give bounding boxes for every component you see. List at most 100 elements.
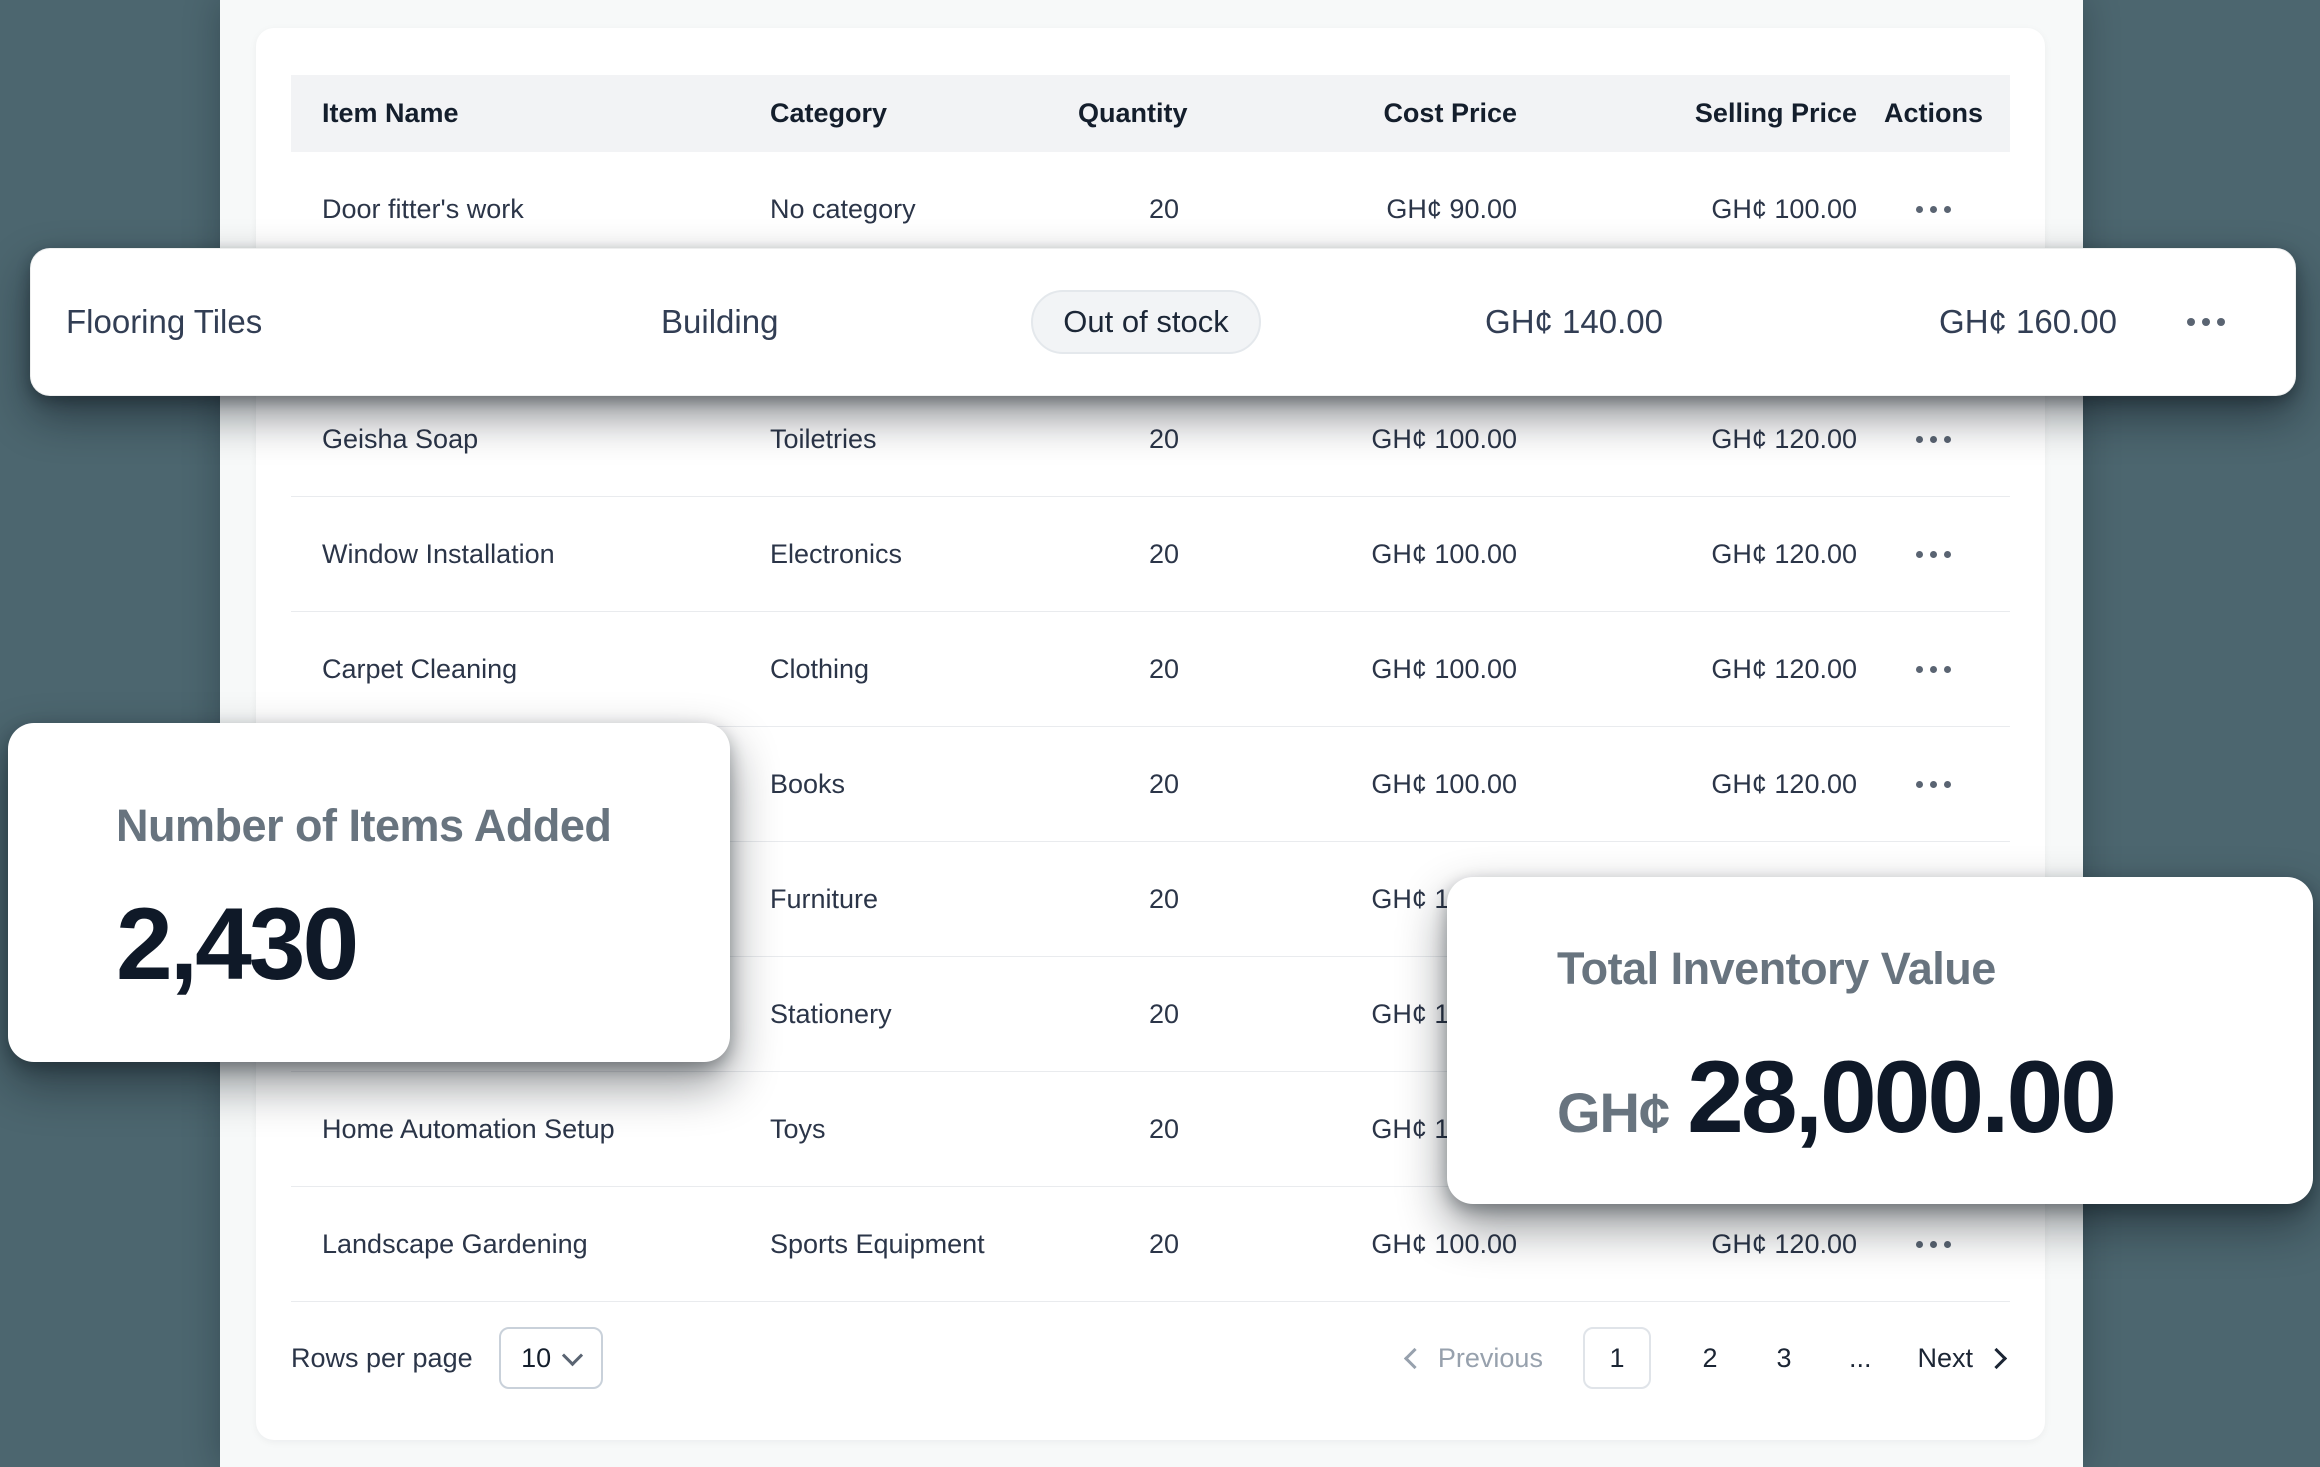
cell-selling-price: GH¢ 120.00 (1517, 1229, 1857, 1260)
next-label: Next (1917, 1343, 1973, 1374)
page-number-list: 1 2 3... (1583, 1327, 1878, 1389)
row-actions-button[interactable] (1908, 198, 1959, 221)
cell-actions (1857, 543, 2010, 566)
chevron-left-icon (1404, 1347, 1425, 1368)
chevron-down-icon (562, 1345, 583, 1366)
page-button-current[interactable]: 1 (1583, 1327, 1651, 1389)
next-button[interactable]: Next (1911, 1342, 2010, 1375)
cell-cost-price: GH¢ 100.00 (1179, 1229, 1517, 1260)
chevron-right-icon (1986, 1347, 2007, 1368)
cell-selling-price: GH¢ 100.00 (1517, 194, 1857, 225)
cell-item-name: Window Installation (291, 539, 770, 570)
previous-label: Previous (1438, 1343, 1543, 1374)
stock-status-badge: Out of stock (1031, 290, 1260, 354)
page-controls: Previous 1 2 3... Next (1401, 1327, 2010, 1389)
cell-selling-price: GH¢ 120.00 (1517, 769, 1857, 800)
column-header-selling-price: Selling Price (1517, 98, 1857, 129)
ellipsis-icon (1916, 551, 1923, 558)
cell-quantity: Out of stock (991, 290, 1301, 354)
page-ellipsis: ... (1843, 1342, 1878, 1375)
cell-category: Electronics (770, 539, 1078, 570)
table-row: Geisha SoapToiletries20GH¢ 100.00GH¢ 120… (291, 382, 2010, 497)
items-added-title: Number of Items Added (116, 800, 730, 852)
cell-actions (1857, 1233, 2010, 1256)
cell-category: Building (661, 303, 991, 341)
cell-selling-price: GH¢ 120.00 (1517, 539, 1857, 570)
page-button[interactable]: 2 (1695, 1342, 1725, 1375)
cell-quantity: 20 (1078, 539, 1179, 570)
cell-cost-price: GH¢ 100.00 (1179, 539, 1517, 570)
inventory-value-amount: 28,000.00 (1687, 1039, 2114, 1156)
cell-quantity: 20 (1078, 424, 1179, 455)
ellipsis-icon (1916, 666, 1923, 673)
table-header-row: Item NameCategoryQuantityCost PriceSelli… (291, 75, 2010, 152)
cell-quantity: 20 (1078, 1229, 1179, 1260)
cell-item-name: Home Automation Setup (291, 1114, 770, 1145)
row-actions-button[interactable] (1908, 1233, 1959, 1256)
inventory-value-currency: GH¢ (1557, 1080, 1669, 1145)
cell-cost-price: GH¢ 100.00 (1179, 769, 1517, 800)
cell-cost-price: GH¢ 100.00 (1179, 424, 1517, 455)
cell-category: Clothing (770, 654, 1078, 685)
cell-selling-price: GH¢ 160.00 (1663, 303, 2117, 341)
rows-per-page-group: Rows per page 10 (291, 1327, 603, 1389)
inventory-value-card: Total Inventory Value GH¢ 28,000.00 (1447, 877, 2313, 1204)
row-actions-button[interactable] (1908, 773, 1959, 796)
cell-quantity: 20 (1078, 999, 1179, 1030)
cell-category: Stationery (770, 999, 1078, 1030)
page-button[interactable]: 3 (1769, 1342, 1799, 1375)
table-row: Landscape GardeningSports Equipment20GH¢… (291, 1187, 2010, 1302)
row-actions-button[interactable] (1908, 658, 1959, 681)
cell-category: Books (770, 769, 1078, 800)
table-row: Carpet CleaningClothing20GH¢ 100.00GH¢ 1… (291, 612, 2010, 727)
row-actions-button[interactable] (1908, 428, 1959, 451)
cell-selling-price: GH¢ 120.00 (1517, 654, 1857, 685)
rows-per-page-label: Rows per page (291, 1343, 473, 1374)
cell-category: Toiletries (770, 424, 1078, 455)
previous-button[interactable]: Previous (1401, 1342, 1549, 1375)
cell-item-name: Carpet Cleaning (291, 654, 770, 685)
cell-category: No category (770, 194, 1078, 225)
pagination-bar: Rows per page 10 Previous 1 2 3... Next (291, 1326, 2010, 1390)
items-added-value: 2,430 (116, 886, 730, 1003)
cell-category: Toys (770, 1114, 1078, 1145)
cell-item-name: Flooring Tiles (66, 303, 661, 341)
cell-actions (1857, 428, 2010, 451)
column-header-actions: Actions (1857, 98, 2010, 129)
ellipsis-icon (1916, 781, 1923, 788)
app-background: Item NameCategoryQuantityCost PriceSelli… (0, 0, 2320, 1467)
cell-category: Sports Equipment (770, 1229, 1078, 1260)
row-actions-button[interactable] (2179, 310, 2233, 334)
cell-quantity: 20 (1078, 654, 1179, 685)
ellipsis-icon (1916, 1241, 1923, 1248)
cell-selling-price: GH¢ 120.00 (1517, 424, 1857, 455)
cell-quantity: 20 (1078, 194, 1179, 225)
cell-item-name: Landscape Gardening (291, 1229, 770, 1260)
cell-actions (1857, 773, 2010, 796)
cell-item-name: Door fitter's work (291, 194, 770, 225)
cell-item-name: Geisha Soap (291, 424, 770, 455)
cell-actions (1857, 658, 2010, 681)
column-header-item-name: Item Name (291, 98, 770, 129)
inventory-value-title: Total Inventory Value (1557, 943, 2313, 995)
cell-actions (1857, 198, 2010, 221)
cell-quantity: 20 (1078, 1114, 1179, 1145)
cell-quantity: 20 (1078, 884, 1179, 915)
cell-actions (2117, 310, 2295, 334)
cell-quantity: 20 (1078, 769, 1179, 800)
column-header-cost-price: Cost Price (1179, 98, 1517, 129)
highlighted-row-card[interactable]: Flooring Tiles Building Out of stock GH¢… (30, 248, 2296, 396)
items-added-card: Number of Items Added 2,430 (8, 723, 730, 1062)
ellipsis-icon (1916, 206, 1923, 213)
column-header-quantity: Quantity (1078, 98, 1179, 129)
cell-category: Furniture (770, 884, 1078, 915)
ellipsis-icon (1916, 436, 1923, 443)
rows-per-page-select[interactable]: 10 (499, 1327, 603, 1389)
table-row: Window InstallationElectronics20GH¢ 100.… (291, 497, 2010, 612)
cell-cost-price: GH¢ 90.00 (1179, 194, 1517, 225)
rows-per-page-value: 10 (521, 1343, 551, 1374)
column-header-category: Category (770, 98, 1078, 129)
row-actions-button[interactable] (1908, 543, 1959, 566)
cell-cost-price: GH¢ 100.00 (1179, 654, 1517, 685)
cell-cost-price: GH¢ 140.00 (1301, 303, 1663, 341)
